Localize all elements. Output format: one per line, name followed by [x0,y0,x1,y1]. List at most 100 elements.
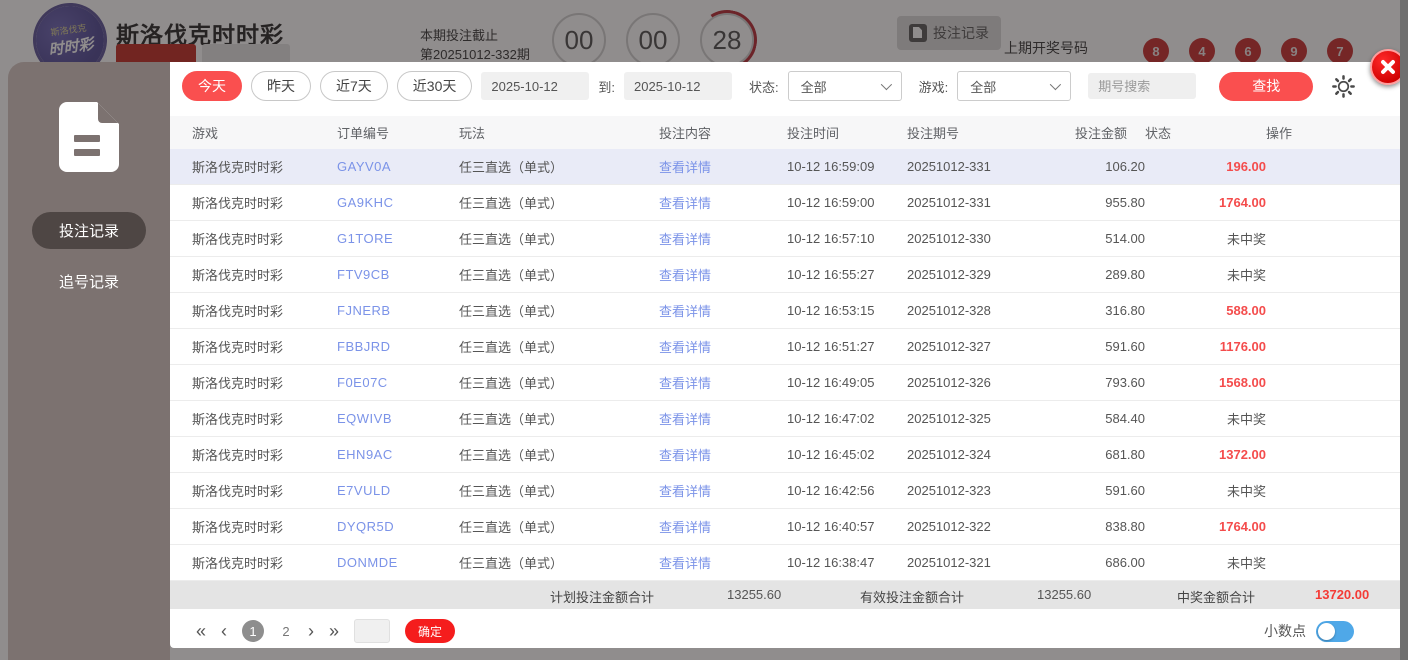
cell-order-number[interactable]: EQWIVB [337,411,459,426]
table-row: 斯洛伐克时时彩 E7VULD 任三直选（单式） 查看详情 10-12 16:42… [170,473,1408,509]
cell-game: 斯洛伐克时时彩 [192,412,284,427]
cell-play-type: 任三直选（单式） [459,340,564,355]
cell-bet-time: 10-12 16:59:00 [787,195,875,210]
table-row: 斯洛伐克时时彩 FTV9CB 任三直选（单式） 查看详情 10-12 16:55… [170,257,1408,293]
sidebar-item-label: 投注记录 [58,223,119,240]
cell-order-number[interactable]: EHN9AC [337,447,459,462]
cell-bet-time: 10-12 16:40:57 [787,519,875,534]
cell-order-number[interactable]: GAYV0A [337,159,459,174]
date-from-input[interactable] [481,72,590,100]
game-select[interactable]: 全部 [957,71,1072,101]
cell-amount: 838.80 [1105,519,1145,534]
cell-game: 斯洛伐克时时彩 [192,556,284,571]
first-page-button[interactable]: « [196,622,206,640]
view-details-link[interactable]: 查看详情 [659,517,787,536]
cell-status: 未中奖 [1226,484,1266,499]
modal-content: 今天 昨天 近7天 近30天 2025-10-12 到: 2025-10-12 … [170,49,1408,660]
cell-game: 斯洛伐克时时彩 [192,196,284,211]
quick-range-button[interactable]: 昨天 [251,71,311,101]
table-column-header: 投注期号 [907,126,960,141]
page-number-button[interactable]: 2 [279,624,293,639]
search-button[interactable]: 查找 [1219,71,1314,101]
quick-range-button[interactable]: 近30天 [396,71,473,101]
page-scrollbar[interactable] [1400,0,1408,660]
period-search-input[interactable] [1088,73,1197,99]
cell-order-number[interactable]: E7VULD [337,483,459,498]
cell-play-type: 任三直选（单式） [459,304,564,319]
cell-status: 未中奖 [1226,232,1266,247]
cell-amount: 289.80 [1105,267,1145,282]
view-details-link[interactable]: 查看详情 [659,157,787,176]
cell-period: 20251012-321 [907,555,991,570]
quick-range-group: 今天 昨天 近7天 近30天 [182,71,473,101]
cell-play-type: 任三直选（单式） [459,160,564,175]
view-details-link[interactable]: 查看详情 [659,409,787,428]
cell-amount: 584.40 [1105,411,1145,426]
cell-order-number[interactable]: GA9KHC [337,195,459,210]
table-row: 斯洛伐克时时彩 EQWIVB 任三直选（单式） 查看详情 10-12 16:47… [170,401,1408,437]
sidebar-item[interactable]: 追号记录 [32,263,146,300]
cell-order-number[interactable]: G1TORE [337,231,459,246]
view-details-link[interactable]: 查看详情 [659,373,787,392]
cell-status: 1568.00 [1219,375,1266,390]
status-select[interactable]: 全部 [787,71,902,101]
view-details-link[interactable]: 查看详情 [659,445,787,464]
date-to-label: 到: [598,79,615,95]
cell-status: 1764.00 [1219,195,1266,210]
prev-page-button[interactable]: ‹ [221,622,227,640]
view-details-link[interactable]: 查看详情 [659,193,787,212]
decimal-toggle[interactable] [1316,620,1354,642]
cell-order-number[interactable]: DONMDE [337,555,459,570]
cell-order-number[interactable]: DYQR5D [337,519,459,534]
cell-amount: 591.60 [1105,483,1145,498]
next-page-button[interactable]: › [308,622,314,640]
cell-amount: 955.80 [1105,195,1145,210]
view-details-link[interactable]: 查看详情 [659,481,787,500]
cell-period: 20251012-329 [907,267,991,282]
toggle-knob [1318,622,1335,640]
view-details-link[interactable]: 查看详情 [659,229,787,248]
cell-amount: 514.00 [1105,231,1145,246]
cell-game: 斯洛伐克时时彩 [192,304,284,319]
view-details-link[interactable]: 查看详情 [659,553,787,572]
cell-status: 196.00 [1226,159,1266,174]
page-numbers: 1 2 [242,620,293,642]
totals-bar: 计划投注金额合计 13255.60 有效投注金额合计 13255.60 中奖金额… [170,581,1408,609]
cell-bet-time: 10-12 16:51:27 [787,339,875,354]
quick-range-label: 近30天 [412,78,457,94]
cell-period: 20251012-322 [907,519,991,534]
cell-order-number[interactable]: F0E07C [337,375,459,390]
date-to-input[interactable] [624,72,732,100]
table-column-header: 投注时间 [787,126,840,141]
cell-bet-time: 10-12 16:49:05 [787,375,875,390]
view-details-link[interactable]: 查看详情 [659,265,787,284]
cell-period: 20251012-326 [907,375,991,390]
cell-play-type: 任三直选（单式） [459,412,564,427]
table-row: 斯洛伐克时时彩 G1TORE 任三直选（单式） 查看详情 10-12 16:57… [170,221,1408,257]
table-column-header: 玩法 [459,126,486,141]
cell-game: 斯洛伐克时时彩 [192,340,284,355]
quick-range-button[interactable]: 近7天 [320,71,388,101]
status-label: 状态: [749,79,779,95]
cell-order-number[interactable]: FBBJRD [337,339,459,354]
sidebar-item[interactable]: 投注记录 [31,212,146,249]
chevron-down-icon [1050,78,1062,91]
confirm-page-button[interactable]: 确定 [405,619,456,643]
settings-button[interactable] [1332,74,1356,98]
page-jump-input[interactable] [354,619,391,643]
last-page-button[interactable]: » [329,622,339,640]
cell-period: 20251012-323 [907,483,991,498]
cell-period: 20251012-325 [907,411,991,426]
view-details-link[interactable]: 查看详情 [659,337,787,356]
cell-game: 斯洛伐克时时彩 [192,376,284,391]
cell-order-number[interactable]: FJNERB [337,303,459,318]
cell-play-type: 任三直选（单式） [459,556,564,571]
cell-period: 20251012-328 [907,303,991,318]
cell-period: 20251012-331 [907,159,991,174]
view-details-link[interactable]: 查看详情 [659,301,787,320]
chevron-down-icon [880,78,892,91]
game-select-value: 全部 [970,79,997,95]
cell-order-number[interactable]: FTV9CB [337,267,459,282]
page-number-button[interactable]: 1 [242,620,265,642]
quick-range-button[interactable]: 今天 [182,71,242,101]
